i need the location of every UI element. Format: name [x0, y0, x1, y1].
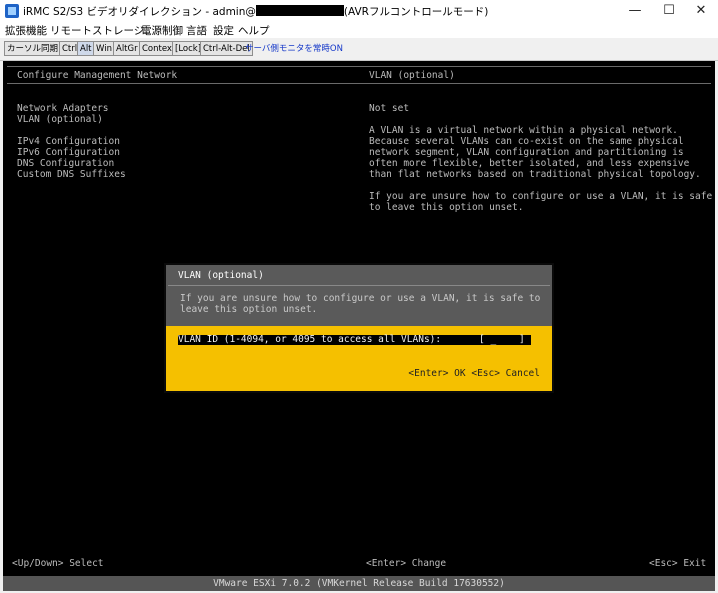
- screen-title: Configure Management Network: [17, 70, 178, 81]
- menu-item-network-adapters[interactable]: Network Adapters: [17, 103, 109, 114]
- description-line: often more flexible, better isolated, an…: [369, 158, 690, 169]
- select-hint: <Up/Down> Select: [12, 558, 104, 569]
- menu-settings[interactable]: 設定: [213, 23, 234, 38]
- window-title-prefix: iRMC S2/S3 ビデオリダイレクション - admin@: [23, 6, 256, 18]
- cursor-sync-button[interactable]: カーソル同期: [4, 41, 62, 56]
- description-line: Because several VLANs can co-exist on th…: [369, 136, 684, 147]
- server-monitor-always-on-link[interactable]: サーバ側モニタを常時ON: [245, 42, 343, 54]
- dialog-message-line: leave this option unset.: [180, 304, 318, 315]
- cancel-button[interactable]: <Esc> Cancel: [471, 368, 540, 379]
- dialog-title: VLAN (optional): [178, 270, 264, 281]
- vlan-dialog: VLAN (optional) If you are unsure how to…: [164, 263, 554, 393]
- window-title: iRMC S2/S3 ビデオリダイレクション - admin@ (AVRフルコント…: [23, 4, 488, 19]
- minimize-button[interactable]: —: [618, 0, 652, 22]
- menu-item-ipv6[interactable]: IPv6 Configuration: [17, 147, 120, 158]
- menu-help[interactable]: ヘルプ: [238, 23, 270, 38]
- toolbar: カーソル同期 Ctrl Alt Win AltGr Context [Lock]…: [0, 38, 718, 61]
- altgr-button[interactable]: AltGr: [113, 41, 141, 56]
- menu-language[interactable]: 言語: [186, 23, 207, 38]
- vlan-status: Not set: [369, 103, 410, 114]
- alt-button[interactable]: Alt: [77, 41, 95, 56]
- advice-line: to leave this option unset.: [369, 202, 524, 213]
- app-icon: [5, 4, 19, 18]
- vlan-id-label: VLAN ID (1-4094, or 4095 to access all V…: [178, 334, 442, 345]
- description-line: A VLAN is a virtual network within a phy…: [369, 125, 678, 136]
- ok-button[interactable]: <Enter> OK: [408, 368, 465, 379]
- menu-bar: 拡張機能 リモートストレージ 電源制御 言語 設定 ヘルプ: [0, 22, 718, 38]
- dialog-message: If you are unsure how to configure or us…: [180, 293, 540, 315]
- window-titlebar: iRMC S2/S3 ビデオリダイレクション - admin@ (AVRフルコント…: [0, 0, 718, 23]
- vlan-id-input[interactable]: [ _ ]: [479, 335, 525, 345]
- menu-extensions[interactable]: 拡張機能: [5, 23, 47, 38]
- menu-item-vlan[interactable]: VLAN (optional): [17, 114, 103, 125]
- win-button[interactable]: Win: [93, 41, 115, 56]
- advice-line: If you are unsure how to configure or us…: [369, 191, 713, 202]
- esxi-version-bar: VMware ESXi 7.0.2 (VMKernel Release Buil…: [3, 576, 715, 591]
- redacted-hostname: [255, 5, 344, 16]
- dialog-actions: <Enter> OK <Esc> Cancel: [408, 368, 540, 379]
- menu-item-ipv4[interactable]: IPv4 Configuration: [17, 136, 120, 147]
- window-title-suffix: (AVRフルコントロールモード): [343, 6, 489, 18]
- dialog-message-line: If you are unsure how to configure or us…: [180, 293, 541, 304]
- menu-item-dns-suffixes[interactable]: Custom DNS Suffixes: [17, 169, 126, 180]
- vlan-id-field[interactable]: VLAN ID (1-4094, or 4095 to access all V…: [178, 335, 531, 345]
- remote-console-screen[interactable]: Configure Management Network VLAN (optio…: [3, 61, 715, 591]
- dialog-input-area: VLAN ID (1-4094, or 4095 to access all V…: [166, 326, 552, 391]
- menu-item-dns[interactable]: DNS Configuration: [17, 158, 114, 169]
- close-button[interactable]: ✕: [684, 0, 718, 22]
- detail-title: VLAN (optional): [369, 70, 455, 81]
- description-line: network segment, VLAN configuration and …: [369, 147, 684, 158]
- menu-remote-storage[interactable]: リモートストレージ: [50, 23, 144, 38]
- description-line: than flat networks based on traditional …: [369, 169, 701, 180]
- exit-hint: <Esc> Exit: [649, 558, 707, 569]
- menu-power-control[interactable]: 電源制御: [141, 23, 183, 38]
- change-hint: <Enter> Change: [366, 558, 447, 569]
- maximize-button[interactable]: ☐: [652, 0, 686, 22]
